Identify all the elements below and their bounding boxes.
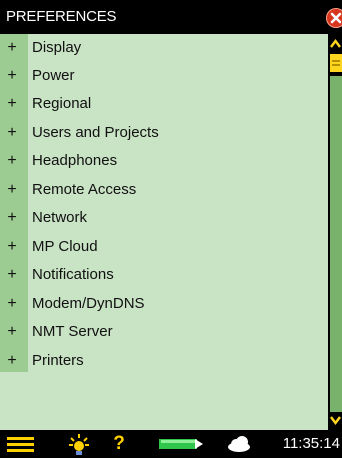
list-item-label: Printers	[32, 352, 84, 369]
expand-icon[interactable]: +	[6, 119, 18, 147]
list-item-headphones[interactable]: + Headphones	[0, 147, 328, 175]
chevron-down-icon	[330, 416, 341, 425]
list-item-label: Display	[32, 39, 82, 56]
list-item-power[interactable]: + Power	[0, 62, 328, 90]
scrollbar-thumb[interactable]	[330, 54, 342, 72]
list-item-users-and-projects[interactable]: + Users and Projects	[0, 119, 328, 147]
list-item-modem-dyndns[interactable]: + Modem/DynDNS	[0, 290, 328, 318]
list-item-remote-access[interactable]: + Remote Access	[0, 176, 328, 204]
cloud-icon-graphic	[228, 436, 250, 452]
list-item-notifications[interactable]: + Notifications	[0, 261, 328, 289]
battery-icon[interactable]	[158, 430, 206, 458]
list-item-nmt-server[interactable]: + NMT Server	[0, 318, 328, 346]
window-title: PREFERENCES	[6, 8, 117, 25]
expand-icon[interactable]: +	[6, 62, 18, 90]
expand-icon[interactable]: +	[6, 90, 18, 118]
list-item-label: NMT Server	[32, 323, 113, 340]
help-button[interactable]: ?	[110, 430, 128, 458]
battery-icon-graphic	[159, 439, 203, 449]
preferences-list: + Display + Power + Regional + Users and…	[0, 34, 328, 430]
status-bar: ? 11:35:14	[0, 430, 342, 458]
expand-icon[interactable]: +	[6, 233, 18, 261]
close-icon	[330, 12, 342, 24]
list-item-network[interactable]: + Network	[0, 204, 328, 232]
list-item-label: Network	[32, 209, 88, 226]
expand-icon[interactable]: +	[6, 147, 18, 175]
title-bar: PREFERENCES	[0, 0, 342, 34]
clock: 11:35:14	[282, 435, 340, 452]
list-item-display[interactable]: + Display	[0, 34, 328, 62]
scroll-down-button[interactable]	[329, 412, 342, 428]
expand-icon[interactable]: +	[6, 176, 18, 204]
list-item-label: Notifications	[32, 266, 114, 283]
chevron-up-icon	[330, 39, 341, 48]
expand-icon[interactable]: +	[6, 34, 18, 62]
list-item-label: Modem/DynDNS	[32, 295, 145, 312]
expand-icon[interactable]: +	[6, 347, 18, 375]
light-icon	[69, 434, 89, 455]
list-item-regional[interactable]: + Regional	[0, 90, 328, 118]
expand-icon[interactable]: +	[6, 290, 18, 318]
expand-icon[interactable]: +	[6, 261, 18, 289]
expand-icon[interactable]: +	[6, 204, 18, 232]
list-item-label: MP Cloud	[32, 238, 98, 255]
menu-icon	[7, 437, 34, 452]
scroll-up-button[interactable]	[329, 36, 342, 52]
close-button[interactable]	[326, 8, 342, 28]
list-item-printers[interactable]: + Printers	[0, 347, 328, 375]
vertical-scrollbar[interactable]	[328, 34, 342, 430]
expand-icon[interactable]: +	[6, 318, 18, 346]
thumb-grip	[332, 60, 340, 62]
list-item-label: Users and Projects	[32, 124, 159, 141]
scrollbar-track[interactable]	[330, 76, 342, 416]
cloud-icon[interactable]	[226, 430, 252, 458]
thumb-grip	[332, 64, 340, 66]
list-item-label: Power	[32, 67, 75, 84]
list-item-label: Regional	[32, 95, 92, 112]
list-item-label: Remote Access	[32, 181, 137, 198]
backlight-button[interactable]	[66, 430, 92, 458]
list-item-label: Headphones	[32, 152, 118, 169]
list-item-mp-cloud[interactable]: + MP Cloud	[0, 233, 328, 261]
menu-button[interactable]	[6, 430, 36, 458]
